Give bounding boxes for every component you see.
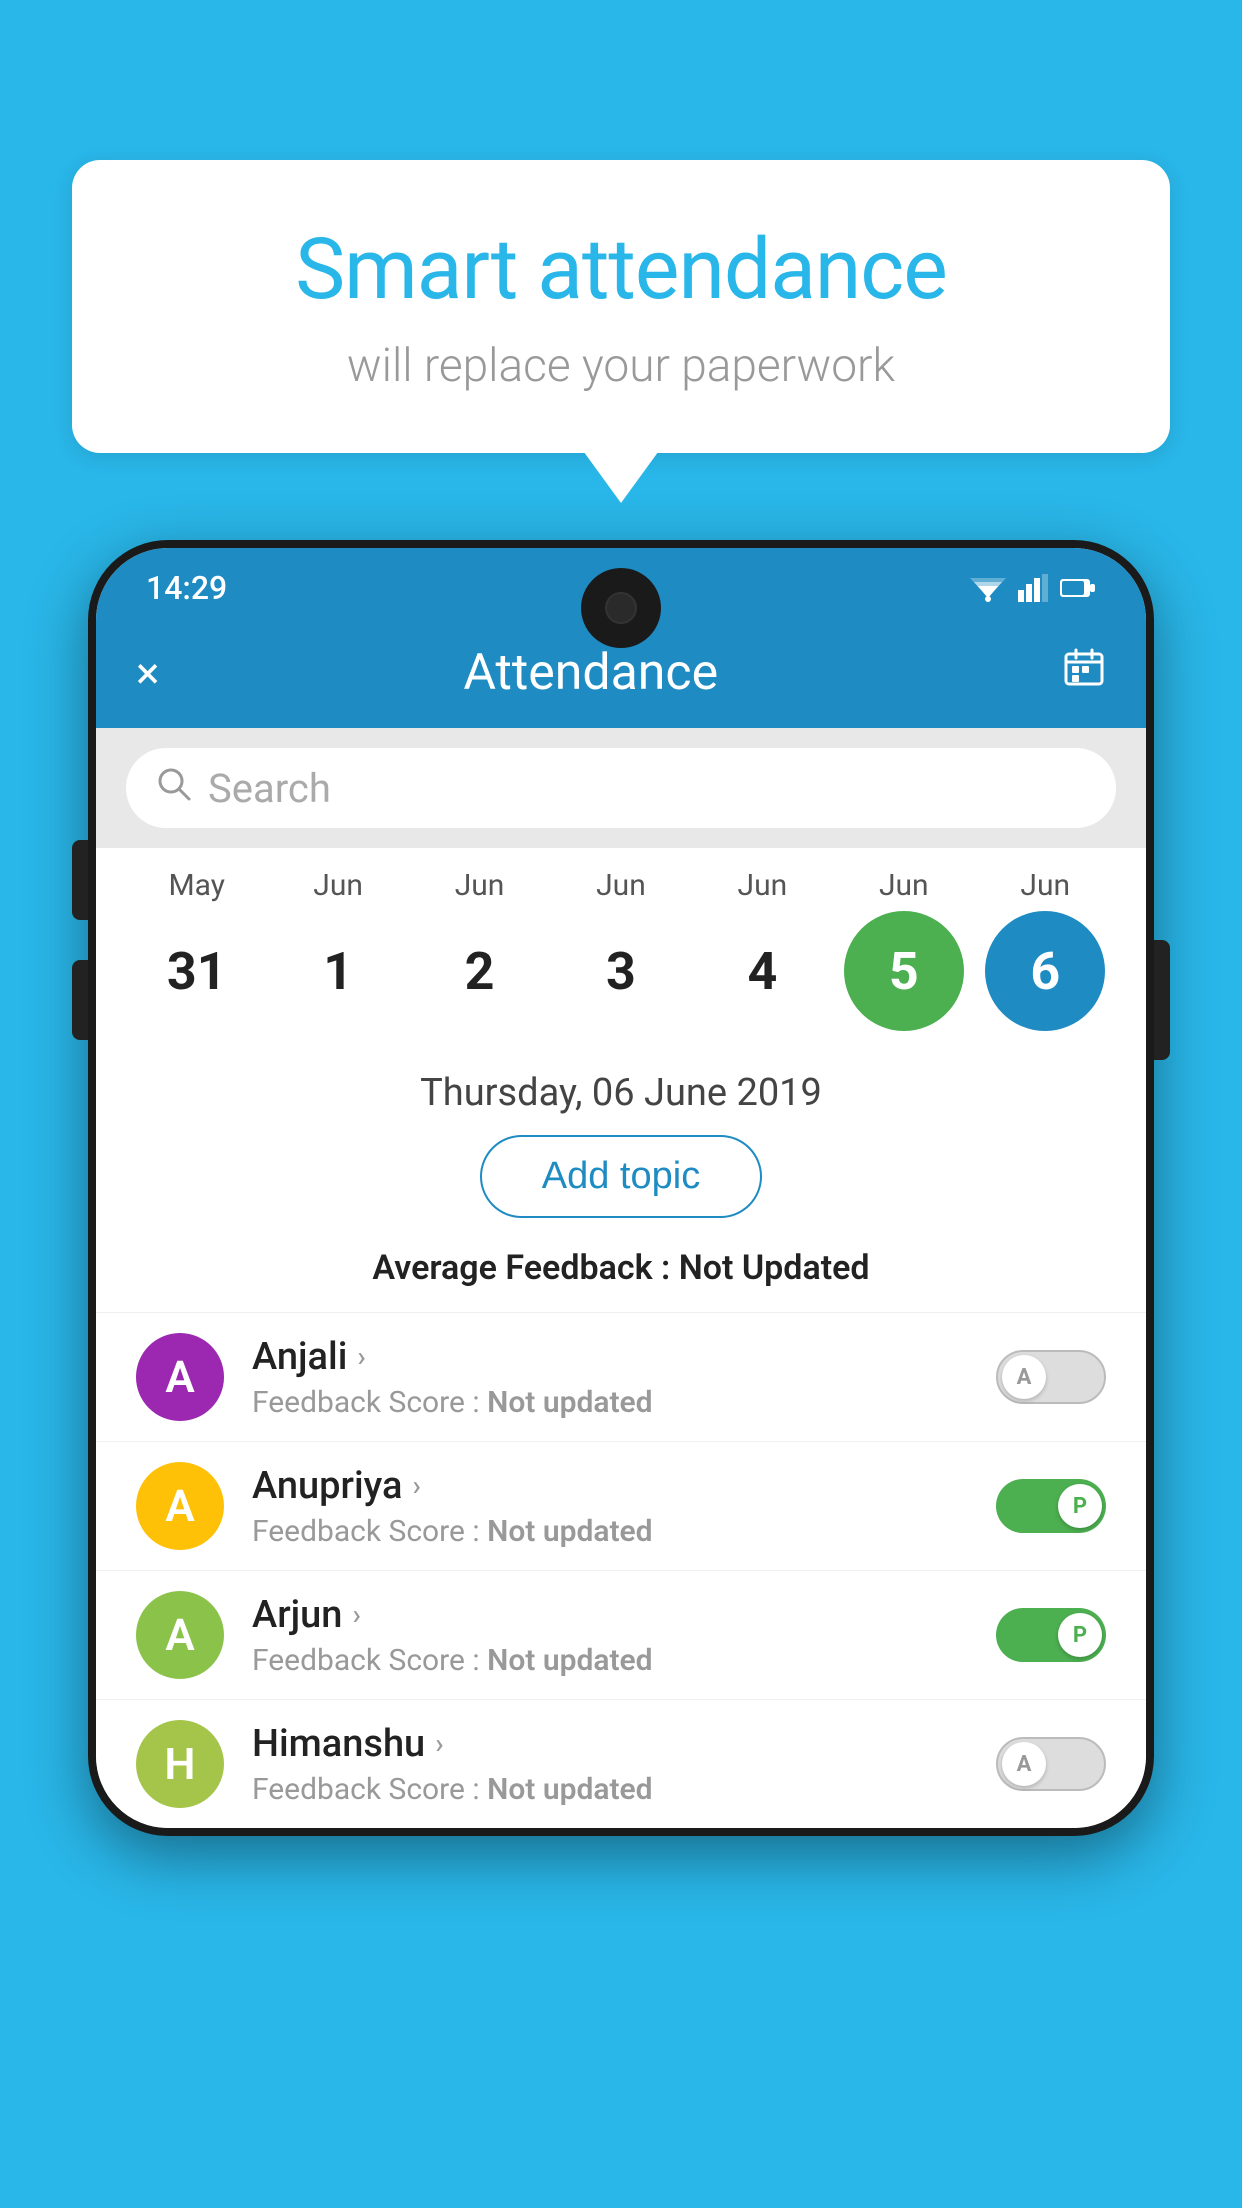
speech-bubble: Smart attendance will replace your paper…	[72, 160, 1170, 453]
toggle-on-arjun[interactable]: P	[996, 1608, 1106, 1662]
search-container: Search	[96, 728, 1146, 848]
wifi-icon	[970, 574, 1006, 602]
toggle-himanshu[interactable]: A	[996, 1737, 1106, 1791]
student-feedback-himanshu: Feedback Score : Not updated	[252, 1772, 968, 1807]
student-feedback-anupriya: Feedback Score : Not updated	[252, 1514, 968, 1549]
avatar-anupriya: A	[136, 1462, 224, 1550]
toggle-arjun[interactable]: P	[996, 1608, 1106, 1662]
date-2[interactable]: 2	[420, 911, 540, 1031]
speech-bubble-container: Smart attendance will replace your paper…	[72, 160, 1170, 453]
toggle-off-anjali[interactable]: A	[996, 1350, 1106, 1404]
avg-feedback-label: Average Feedback :	[372, 1248, 670, 1288]
toggle-knob-anupriya: P	[1058, 1484, 1102, 1528]
app-bar-title: Attendance	[119, 644, 1062, 702]
calendar-icon[interactable]	[1062, 646, 1106, 701]
month-label-5: Jun	[844, 868, 964, 903]
student-name-anjali: Anjali ›	[252, 1335, 968, 1379]
toggle-on-anupriya[interactable]: P	[996, 1479, 1106, 1533]
phone-side-button-left-2	[72, 960, 88, 1040]
month-label-6: Jun	[985, 868, 1105, 903]
search-icon	[156, 766, 192, 811]
calendar-dates: 31 1 2 3 4 5 6	[126, 911, 1116, 1031]
date-3[interactable]: 3	[561, 911, 681, 1031]
phone-side-button-right	[1154, 940, 1170, 1060]
status-icons	[970, 574, 1096, 602]
student-item-himanshu[interactable]: H Himanshu › Feedback Score : Not update…	[96, 1699, 1146, 1828]
chevron-icon: ›	[357, 1340, 365, 1373]
avg-feedback-value: Not Updated	[679, 1248, 870, 1288]
date-5-selected[interactable]: 5	[844, 911, 964, 1031]
phone-camera	[605, 592, 637, 624]
student-item-anupriya[interactable]: A Anupriya › Feedback Score : Not update…	[96, 1441, 1146, 1570]
date-4[interactable]: 4	[702, 911, 822, 1031]
main-title: Smart attendance	[152, 220, 1090, 319]
add-topic-container: Add topic	[96, 1125, 1146, 1238]
month-label-0: May	[137, 868, 257, 903]
student-name-himanshu: Himanshu ›	[252, 1722, 968, 1766]
toggle-knob-himanshu: A	[1002, 1742, 1046, 1786]
avatar-himanshu: H	[136, 1720, 224, 1808]
toggle-knob-arjun: P	[1058, 1613, 1102, 1657]
student-feedback-arjun: Feedback Score : Not updated	[252, 1643, 968, 1678]
battery-icon	[1060, 577, 1096, 599]
date-1[interactable]: 1	[278, 911, 398, 1031]
main-subtitle: will replace your paperwork	[152, 339, 1090, 393]
signal-icon	[1018, 574, 1048, 602]
phone-screen: 14:29	[96, 548, 1146, 1828]
phone-container: 14:29	[88, 540, 1154, 2208]
student-list: A Anjali › Feedback Score : Not updated …	[96, 1312, 1146, 1828]
add-topic-button[interactable]: Add topic	[480, 1135, 762, 1218]
month-label-1: Jun	[278, 868, 398, 903]
avatar-anjali: A	[136, 1333, 224, 1421]
date-31[interactable]: 31	[137, 911, 257, 1031]
student-info-himanshu: Himanshu › Feedback Score : Not updated	[252, 1722, 968, 1807]
phone-notch	[581, 568, 661, 648]
student-name-arjun: Arjun ›	[252, 1593, 968, 1637]
calendar-strip: May Jun Jun Jun Jun Jun Jun 31 1 2 3 4 5…	[96, 848, 1146, 1051]
toggle-off-himanshu[interactable]: A	[996, 1737, 1106, 1791]
month-label-2: Jun	[420, 868, 540, 903]
calendar-months: May Jun Jun Jun Jun Jun Jun	[126, 868, 1116, 903]
phone-mockup: 14:29	[88, 540, 1154, 1836]
chevron-icon: ›	[352, 1598, 360, 1631]
student-item-anjali[interactable]: A Anjali › Feedback Score : Not updated …	[96, 1312, 1146, 1441]
search-input[interactable]: Search	[208, 765, 331, 812]
student-item-arjun[interactable]: A Arjun › Feedback Score : Not updated P	[96, 1570, 1146, 1699]
chevron-icon: ›	[412, 1469, 420, 1502]
toggle-anupriya[interactable]: P	[996, 1479, 1106, 1533]
month-label-4: Jun	[702, 868, 822, 903]
toggle-knob-anjali: A	[1002, 1355, 1046, 1399]
student-info-anupriya: Anupriya › Feedback Score : Not updated	[252, 1464, 968, 1549]
date-6-today[interactable]: 6	[985, 911, 1105, 1031]
toggle-anjali[interactable]: A	[996, 1350, 1106, 1404]
month-label-3: Jun	[561, 868, 681, 903]
student-info-anjali: Anjali › Feedback Score : Not updated	[252, 1335, 968, 1420]
average-feedback: Average Feedback : Not Updated	[96, 1238, 1146, 1312]
search-bar[interactable]: Search	[126, 748, 1116, 828]
student-feedback-anjali: Feedback Score : Not updated	[252, 1385, 968, 1420]
student-name-anupriya: Anupriya ›	[252, 1464, 968, 1508]
student-info-arjun: Arjun › Feedback Score : Not updated	[252, 1593, 968, 1678]
status-time: 14:29	[146, 569, 227, 607]
phone-side-button-left-1	[72, 840, 88, 920]
chevron-icon: ›	[435, 1727, 443, 1760]
avatar-arjun: A	[136, 1591, 224, 1679]
selected-date-label: Thursday, 06 June 2019	[96, 1051, 1146, 1125]
